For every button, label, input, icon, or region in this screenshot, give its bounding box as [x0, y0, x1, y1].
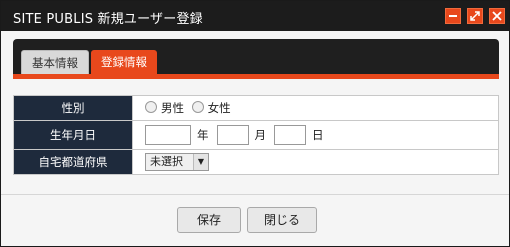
title-bar[interactable]: SITE PUBLIS 新規ユーザー登録 — [1, 1, 509, 31]
form-row-prefecture: 自宅都道府県 未選択 ▼ — [13, 149, 499, 175]
prefecture-label: 自宅都道府県 — [13, 149, 133, 175]
gender-male-radio[interactable] — [145, 101, 157, 113]
birth-month-input[interactable] — [216, 125, 249, 145]
window-title: SITE PUBLIS 新規ユーザー登録 — [13, 12, 203, 27]
prefecture-field: 未選択 ▼ — [132, 149, 499, 175]
gender-label: 性別 — [13, 95, 133, 121]
gender-female-radio[interactable] — [191, 101, 204, 113]
close-window-button[interactable] — [489, 8, 505, 24]
close-icon — [492, 11, 502, 21]
month-unit-label: 月 — [254, 128, 267, 142]
prefecture-selected-value: 未選択 — [150, 155, 183, 168]
footer-divider — [1, 194, 509, 195]
expand-icon — [470, 11, 480, 21]
dialog-window: SITE PUBLIS 新規ユーザー登録 基本情報 登録情報 性別 男性 女性 — [0, 0, 510, 247]
gender-female-label: 女性 — [207, 101, 231, 115]
close-button[interactable]: 閉じる — [247, 207, 317, 233]
save-button[interactable]: 保存 — [177, 207, 241, 233]
gender-field: 男性 女性 — [132, 95, 499, 121]
birth-year-input[interactable] — [145, 125, 191, 145]
tab-registration-info[interactable]: 登録情報 — [91, 50, 157, 74]
maximize-button[interactable] — [467, 8, 483, 24]
tab-underline — [13, 74, 499, 79]
birth-day-input[interactable] — [274, 125, 306, 145]
birthdate-field: 年月日 — [132, 120, 499, 150]
registration-form: 性別 男性 女性 生年月日 年 月 日 自宅都道府県 未選択 ▼ — [13, 95, 499, 175]
day-unit-label: 日 — [312, 128, 324, 142]
form-row-birthdate: 生年月日 年 月 日 — [13, 120, 499, 150]
prefecture-select[interactable]: 未選択 ▼ — [145, 153, 209, 171]
gender-male-label: 男性 — [161, 101, 184, 115]
minimize-icon — [449, 15, 457, 17]
tab-bar: 基本情報 登録情報 — [13, 39, 499, 79]
chevron-down-icon: ▼ — [193, 154, 208, 170]
year-unit-label: 年 — [197, 128, 209, 142]
birthdate-label: 生年月日 — [13, 120, 133, 150]
form-row-gender: 性別 男性 女性 — [13, 95, 499, 121]
minimize-button[interactable] — [445, 8, 461, 24]
tab-basic-info[interactable]: 基本情報 — [21, 50, 89, 75]
